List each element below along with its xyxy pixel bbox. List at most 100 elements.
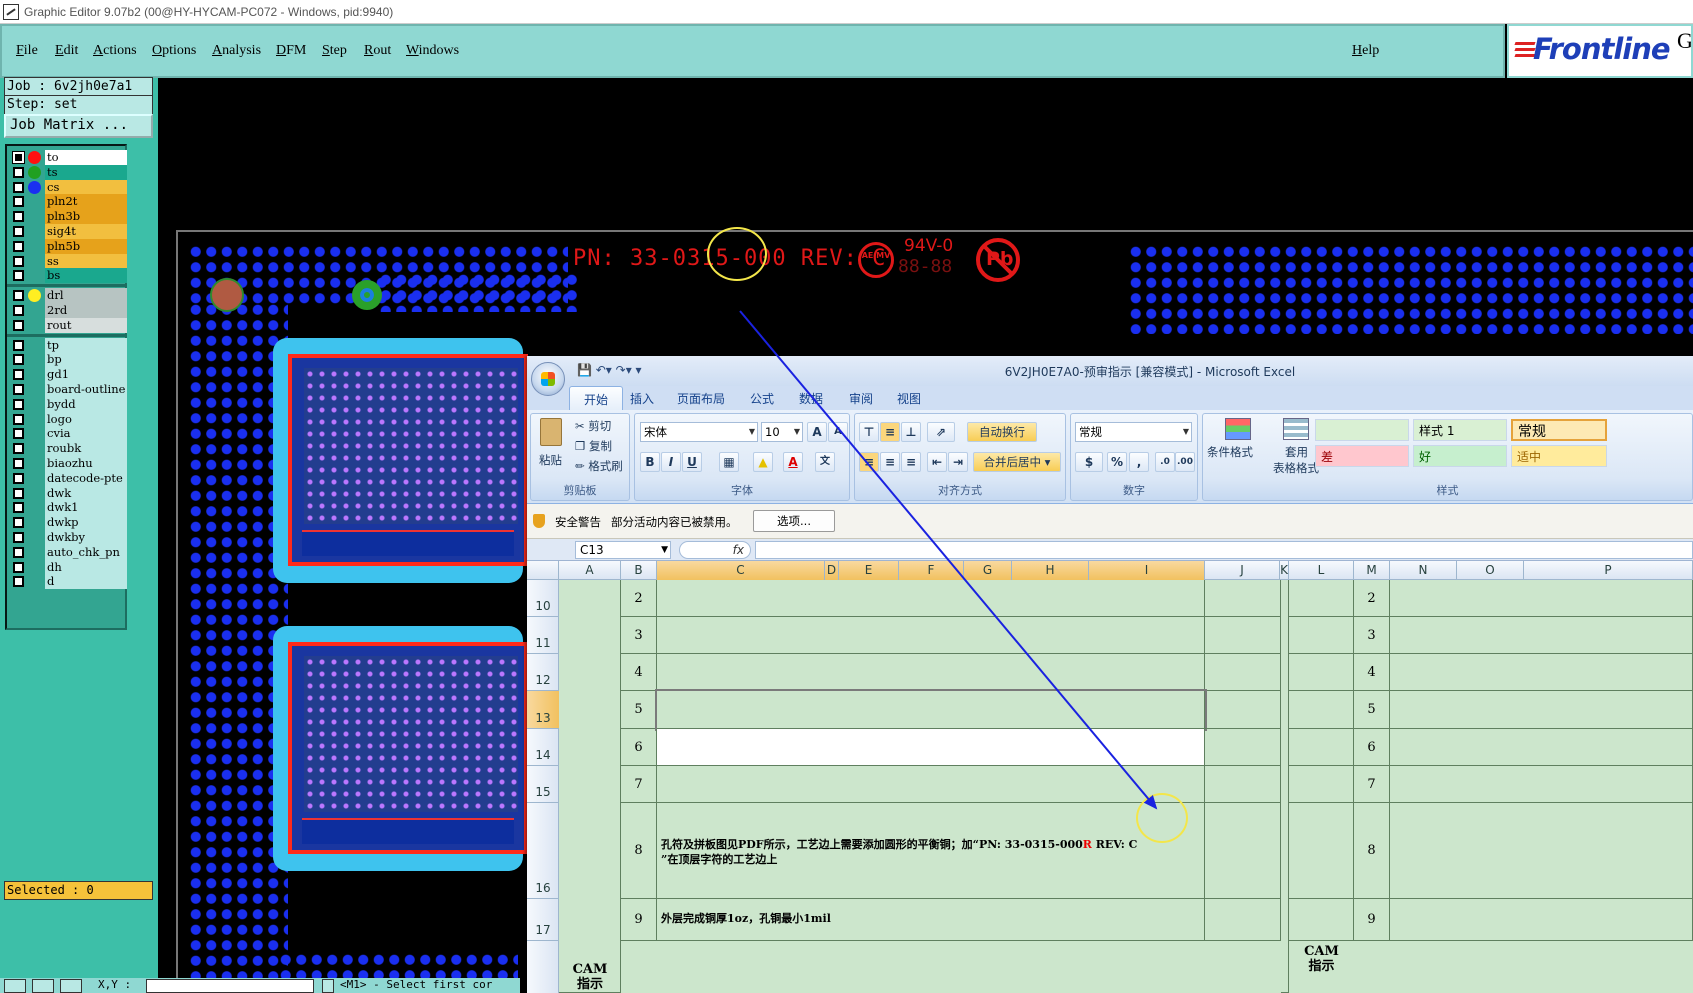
- style-cell-style1[interactable]: 样式 1: [1413, 419, 1507, 441]
- style-cell-normal[interactable]: 常规: [1511, 419, 1607, 441]
- cell-l[interactable]: [1289, 729, 1354, 766]
- align-left-icon[interactable]: ≡: [859, 452, 879, 472]
- layer-checkbox[interactable]: [13, 472, 24, 484]
- layer-checkbox[interactable]: [13, 240, 24, 252]
- layer-name[interactable]: bs: [45, 268, 127, 284]
- decrease-indent-icon[interactable]: ⇤: [927, 452, 947, 472]
- cell-n[interactable]: [1390, 899, 1693, 941]
- layer-name[interactable]: ts: [45, 164, 127, 180]
- layer-row-drl[interactable]: drl: [10, 288, 127, 304]
- menu-help[interactable]: Help: [1352, 43, 1379, 59]
- instruction-cell[interactable]: [657, 766, 1205, 803]
- layer-checkbox[interactable]: [13, 458, 24, 469]
- format-table-button-2[interactable]: 表格格式: [1273, 460, 1319, 476]
- percent-icon[interactable]: %: [1107, 452, 1127, 472]
- menu-step[interactable]: Step: [322, 43, 347, 59]
- layer-checkbox[interactable]: [13, 339, 24, 351]
- layer-name[interactable]: gd1: [45, 367, 127, 383]
- layer-row-cs[interactable]: cs: [10, 179, 127, 195]
- job-matrix-button[interactable]: Job Matrix ...: [4, 114, 153, 138]
- number-format-select[interactable]: 常规 ▼: [1075, 422, 1192, 442]
- worksheet-grid[interactable]: ABCDEFGHIJKLMNOP 10 11 12 13 14 15 16 17 CAM 指示 2…: [527, 561, 1693, 993]
- step-number-cell[interactable]: 9: [621, 899, 657, 941]
- step-number-cell[interactable]: 4: [621, 654, 657, 691]
- layer-row-d[interactable]: d: [10, 574, 127, 590]
- layer-row-bp[interactable]: bp: [10, 352, 127, 368]
- step-number-cell[interactable]: 3: [621, 617, 657, 654]
- layer-name[interactable]: dh: [45, 559, 127, 575]
- cell-l[interactable]: [1289, 766, 1354, 803]
- style-cell-blank[interactable]: [1315, 419, 1409, 441]
- tab-review[interactable]: 审阅: [849, 390, 873, 407]
- column-header-a[interactable]: A: [559, 561, 621, 580]
- cell-j[interactable]: [1205, 691, 1281, 729]
- step-number-cell-right[interactable]: 5: [1354, 691, 1390, 729]
- layer-name[interactable]: dwkby: [45, 530, 127, 545]
- layer-name[interactable]: 2rd: [45, 303, 127, 318]
- layer-checkbox[interactable]: [13, 369, 24, 381]
- paste-icon[interactable]: [540, 418, 562, 446]
- layer-row-board-outline[interactable]: board-outline: [10, 382, 127, 397]
- column-header-p[interactable]: P: [1524, 561, 1693, 580]
- layer-checkbox[interactable]: [13, 487, 24, 499]
- cell-l[interactable]: [1289, 899, 1354, 941]
- name-box[interactable]: C13 ▼: [575, 541, 671, 559]
- row-header-11[interactable]: 11: [527, 617, 559, 654]
- layer-row-auto_chk_pn[interactable]: auto_chk_pn: [10, 544, 127, 560]
- instruction-cell[interactable]: 外层完成铜厚1oz，孔铜最小1mil: [657, 899, 1205, 941]
- security-options-button[interactable]: 选项...: [753, 510, 835, 532]
- layer-checkbox[interactable]: [13, 255, 24, 267]
- step-number-cell-right[interactable]: 4: [1354, 654, 1390, 691]
- tab-home[interactable]: 开始: [569, 386, 624, 410]
- row-header-16[interactable]: 16: [527, 803, 559, 899]
- layer-checkbox[interactable]: [13, 502, 24, 514]
- row-header-14[interactable]: 14: [527, 729, 559, 766]
- bold-button[interactable]: B: [640, 452, 660, 472]
- row-header-17[interactable]: 17: [527, 899, 559, 941]
- shrink-font-button[interactable]: A: [828, 422, 848, 442]
- layer-row-2rd[interactable]: 2rd: [10, 303, 127, 318]
- layer-row-roubk[interactable]: roubk: [10, 441, 127, 457]
- cell-n[interactable]: [1390, 617, 1693, 654]
- align-middle-icon[interactable]: ≡: [880, 422, 900, 442]
- layer-row-bs[interactable]: bs: [10, 268, 127, 284]
- increase-decimal-icon[interactable]: .0: [1155, 452, 1175, 472]
- layer-name[interactable]: ss: [45, 253, 127, 269]
- row-header-15[interactable]: 15: [527, 766, 559, 803]
- menu-edit[interactable]: Edit: [55, 43, 78, 59]
- menu-file[interactable]: File: [16, 43, 38, 59]
- layer-name[interactable]: dwk1: [45, 500, 127, 516]
- layer-row-dwkby[interactable]: dwkby: [10, 530, 127, 545]
- cell-n[interactable]: [1390, 803, 1693, 899]
- layer-name[interactable]: pln3b: [45, 209, 127, 225]
- column-header-f[interactable]: F: [899, 561, 964, 580]
- layer-row-dwk[interactable]: dwk: [10, 485, 127, 501]
- cell-l[interactable]: [1289, 617, 1354, 654]
- layer-name[interactable]: tp: [45, 337, 127, 353]
- cell-n[interactable]: [1390, 766, 1693, 803]
- layer-name[interactable]: logo: [45, 411, 127, 427]
- layer-checkbox[interactable]: [13, 354, 24, 366]
- layer-checkbox[interactable]: [13, 211, 24, 223]
- status-tool-3-icon[interactable]: [60, 979, 82, 993]
- menu-actions[interactable]: Actions: [93, 43, 137, 59]
- tab-data[interactable]: 数据: [799, 390, 823, 407]
- layer-row-dwkp[interactable]: dwkp: [10, 515, 127, 531]
- format-table-button-1[interactable]: 套用: [1285, 444, 1308, 460]
- layer-checkbox[interactable]: [13, 196, 24, 208]
- align-right-icon[interactable]: ≡: [901, 452, 921, 472]
- cell-j[interactable]: [1205, 899, 1281, 941]
- layer-name[interactable]: pln5b: [45, 238, 127, 254]
- phonetic-icon[interactable]: 文: [815, 452, 835, 472]
- formula-input[interactable]: [755, 541, 1693, 559]
- layer-checkbox[interactable]: [12, 151, 25, 164]
- layer-row-ts[interactable]: ts: [10, 164, 127, 180]
- layer-row-pln2t[interactable]: pln2t: [10, 194, 127, 210]
- step-number-cell-right[interactable]: 3: [1354, 617, 1390, 654]
- layer-checkbox[interactable]: [13, 428, 24, 440]
- status-tool-1-icon[interactable]: [4, 979, 26, 993]
- column-header-d[interactable]: D: [825, 561, 839, 580]
- comma-icon[interactable]: ,: [1129, 452, 1149, 472]
- layer-name[interactable]: dwkp: [45, 515, 127, 531]
- layer-row-pln3b[interactable]: pln3b: [10, 209, 127, 225]
